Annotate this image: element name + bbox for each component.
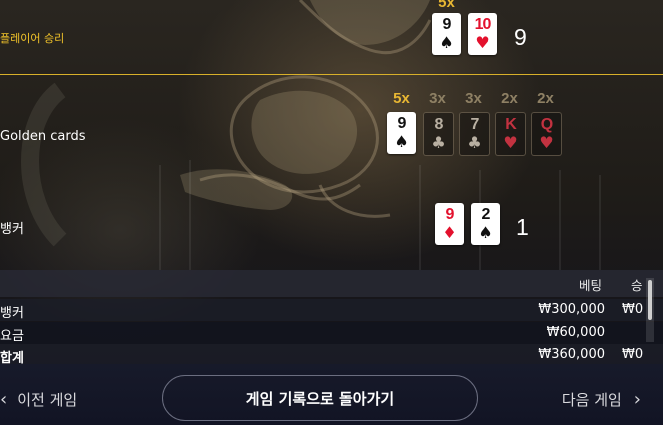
table-row: 요금 ₩60,000 bbox=[0, 322, 663, 344]
heart-icon: ♥ bbox=[503, 133, 518, 152]
player-multiplier: 5x bbox=[438, 0, 455, 11]
previous-game-label: 이전 게임 bbox=[17, 391, 78, 409]
card-rank: 9 bbox=[442, 16, 452, 33]
spade-icon: ♠ bbox=[478, 223, 493, 242]
bet-amount: ₩300,000 bbox=[538, 302, 605, 317]
heart-icon: ♥ bbox=[539, 133, 554, 152]
banker-score: 1 bbox=[516, 214, 529, 240]
club-icon: ♣ bbox=[431, 133, 446, 152]
back-to-history-button[interactable]: 게임 기록으로 돌아가기 bbox=[162, 375, 478, 421]
table-header: 베팅 승 bbox=[0, 270, 663, 297]
bet-column-header: 베팅 bbox=[579, 278, 603, 293]
next-game-button[interactable]: 다음 게임 › bbox=[562, 389, 641, 410]
banker-card-2: 2 ♠ bbox=[471, 203, 500, 245]
golden-card-1: 9 ♠ bbox=[387, 112, 416, 154]
chevron-right-icon: › bbox=[633, 389, 641, 410]
golden-card-5: Q ♥ bbox=[531, 112, 562, 156]
spade-icon: ♠ bbox=[439, 33, 454, 52]
player-card-1: 9 ♠ bbox=[432, 13, 461, 55]
bet-summary-table: 베팅 승 뱅커 ₩300,000 ₩0 요금 ₩60,000 합계 ₩360,0… bbox=[0, 270, 663, 366]
card-rank: 7 bbox=[470, 116, 480, 133]
golden-multiplier-5: 2x bbox=[537, 90, 554, 107]
golden-multiplier-4: 2x bbox=[501, 90, 518, 107]
win-column-header: 승 bbox=[631, 278, 643, 293]
table-row-total: 합계 ₩360,000 ₩0 bbox=[0, 344, 663, 366]
diamond-icon: ♦ bbox=[442, 223, 457, 242]
total-bet-amount: ₩360,000 bbox=[538, 347, 605, 362]
bet-name: 요금 bbox=[0, 329, 24, 344]
banker-label: 뱅커 bbox=[0, 222, 24, 237]
heart-icon: ♥ bbox=[475, 33, 490, 52]
total-win-amount: ₩0 bbox=[622, 347, 644, 362]
card-rank: 9 bbox=[397, 115, 407, 132]
golden-card-3: 7 ♣ bbox=[459, 112, 490, 156]
card-rank: 9 bbox=[445, 206, 455, 223]
card-rank: K bbox=[505, 116, 517, 133]
card-rank: Q bbox=[540, 116, 553, 133]
golden-multiplier-3: 3x bbox=[465, 90, 482, 107]
bet-name: 뱅커 bbox=[0, 306, 24, 321]
card-rank: 2 bbox=[481, 206, 491, 223]
golden-cards-label: Golden cards bbox=[0, 129, 86, 144]
spade-icon: ♠ bbox=[394, 132, 409, 151]
bet-amount: ₩60,000 bbox=[546, 325, 605, 340]
banker-card-1: 9 ♦ bbox=[435, 203, 464, 245]
footer-navigation: ‹ 이전 게임 게임 기록으로 돌아가기 다음 게임 › bbox=[0, 364, 663, 425]
card-rank: 10 bbox=[474, 16, 492, 33]
golden-multiplier-2: 3x bbox=[429, 90, 446, 107]
golden-card-4: K ♥ bbox=[495, 112, 526, 156]
player-win-label: 플레이어 승리 bbox=[0, 32, 65, 45]
golden-card-2: 8 ♣ bbox=[423, 112, 454, 156]
player-score: 9 bbox=[514, 24, 527, 50]
golden-multiplier-1: 5x bbox=[393, 90, 410, 107]
table-row: 뱅커 ₩300,000 ₩0 bbox=[0, 299, 663, 321]
player-card-2: 10 ♥ bbox=[468, 13, 497, 55]
win-amount: ₩0 bbox=[622, 302, 644, 317]
next-game-label: 다음 게임 bbox=[561, 391, 622, 409]
table-scrollbar-thumb[interactable] bbox=[648, 280, 652, 320]
chevron-left-icon: ‹ bbox=[0, 389, 8, 410]
player-result-row: 플레이어 승리 5x 9 ♠ 10 ♥ 9 bbox=[0, 0, 663, 75]
previous-game-button[interactable]: ‹ 이전 게임 bbox=[0, 389, 77, 410]
card-rank: 8 bbox=[434, 116, 444, 133]
club-icon: ♣ bbox=[467, 133, 482, 152]
